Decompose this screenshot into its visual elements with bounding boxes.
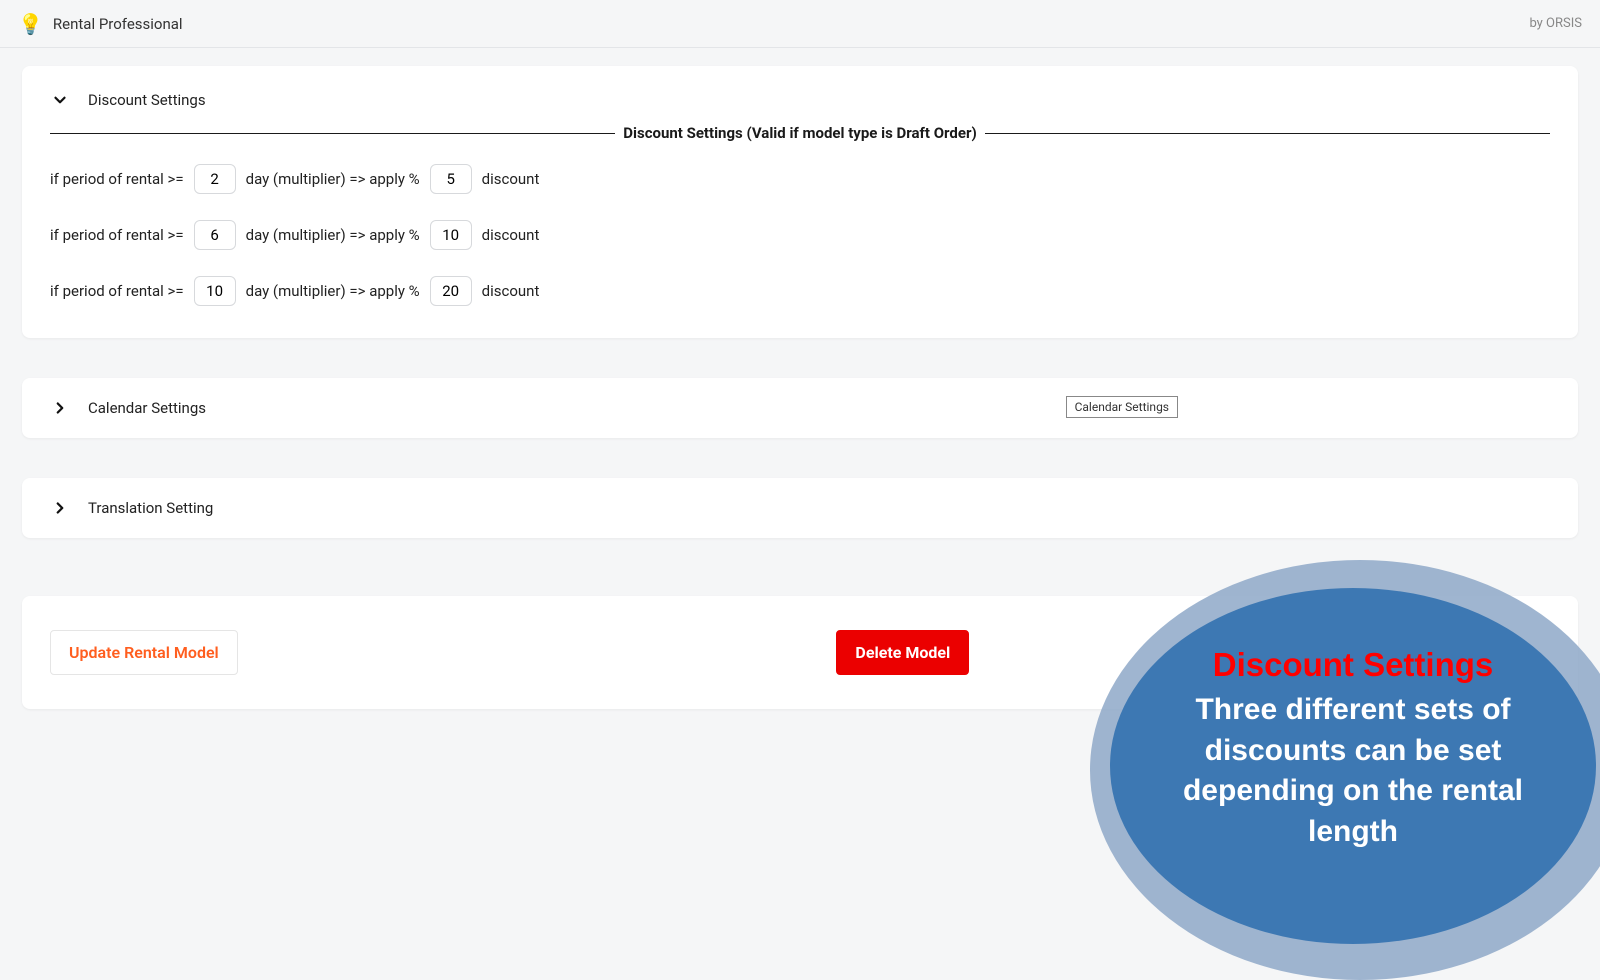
rule-prefix: if period of rental >= xyxy=(50,226,184,244)
rule-prefix: if period of rental >= xyxy=(50,170,184,188)
actions-card: Update Rental Model Delete Model xyxy=(22,596,1578,709)
rule-days-input[interactable] xyxy=(194,276,236,306)
discount-legend: Discount Settings (Valid if model type i… xyxy=(615,124,984,142)
delete-model-button[interactable]: Delete Model xyxy=(836,630,969,675)
rule-mid: day (multiplier) => apply % xyxy=(246,226,420,244)
rule-mid: day (multiplier) => apply % xyxy=(246,170,420,188)
rule-suffix: discount xyxy=(482,282,540,300)
discount-rule-row: if period of rental >= day (multiplier) … xyxy=(50,164,1550,194)
rule-prefix: if period of rental >= xyxy=(50,282,184,300)
translation-setting-card: Translation Setting xyxy=(22,478,1578,538)
discount-settings-header[interactable]: Discount Settings xyxy=(50,90,1550,110)
discount-rule-row: if period of rental >= day (multiplier) … xyxy=(50,276,1550,306)
discount-settings-card: Discount Settings Discount Settings (Val… xyxy=(22,66,1578,338)
lightbulb-icon: 💡 xyxy=(18,14,43,34)
chevron-right-icon xyxy=(50,398,70,418)
topbar-left: 💡 Rental Professional xyxy=(18,14,183,34)
rule-suffix: discount xyxy=(482,226,540,244)
app-title: Rental Professional xyxy=(53,15,183,33)
rule-pct-input[interactable] xyxy=(430,276,472,306)
calendar-tooltip: Calendar Settings xyxy=(1066,396,1178,418)
discount-settings-title: Discount Settings xyxy=(88,91,206,109)
rule-days-input[interactable] xyxy=(194,220,236,250)
update-rental-model-button[interactable]: Update Rental Model xyxy=(50,630,238,675)
page-body: Discount Settings Discount Settings (Val… xyxy=(0,48,1600,767)
rule-days-input[interactable] xyxy=(194,164,236,194)
rule-pct-input[interactable] xyxy=(430,220,472,250)
calendar-settings-header[interactable]: Calendar Settings xyxy=(50,398,1550,418)
calendar-settings-card: Calendar Settings Calendar Settings xyxy=(22,378,1578,438)
translation-setting-title: Translation Setting xyxy=(88,499,213,517)
chevron-down-icon xyxy=(50,90,70,110)
rule-suffix: discount xyxy=(482,170,540,188)
topbar: 💡 Rental Professional by ORSIS xyxy=(0,0,1600,48)
discount-rule-row: if period of rental >= day (multiplier) … xyxy=(50,220,1550,250)
chevron-right-icon xyxy=(50,498,70,518)
rule-pct-input[interactable] xyxy=(430,164,472,194)
translation-setting-header[interactable]: Translation Setting xyxy=(50,498,1550,518)
byline: by ORSIS xyxy=(1529,16,1582,31)
discount-fieldset: Discount Settings (Valid if model type i… xyxy=(50,124,1550,314)
calendar-settings-title: Calendar Settings xyxy=(88,399,206,417)
rule-mid: day (multiplier) => apply % xyxy=(246,282,420,300)
